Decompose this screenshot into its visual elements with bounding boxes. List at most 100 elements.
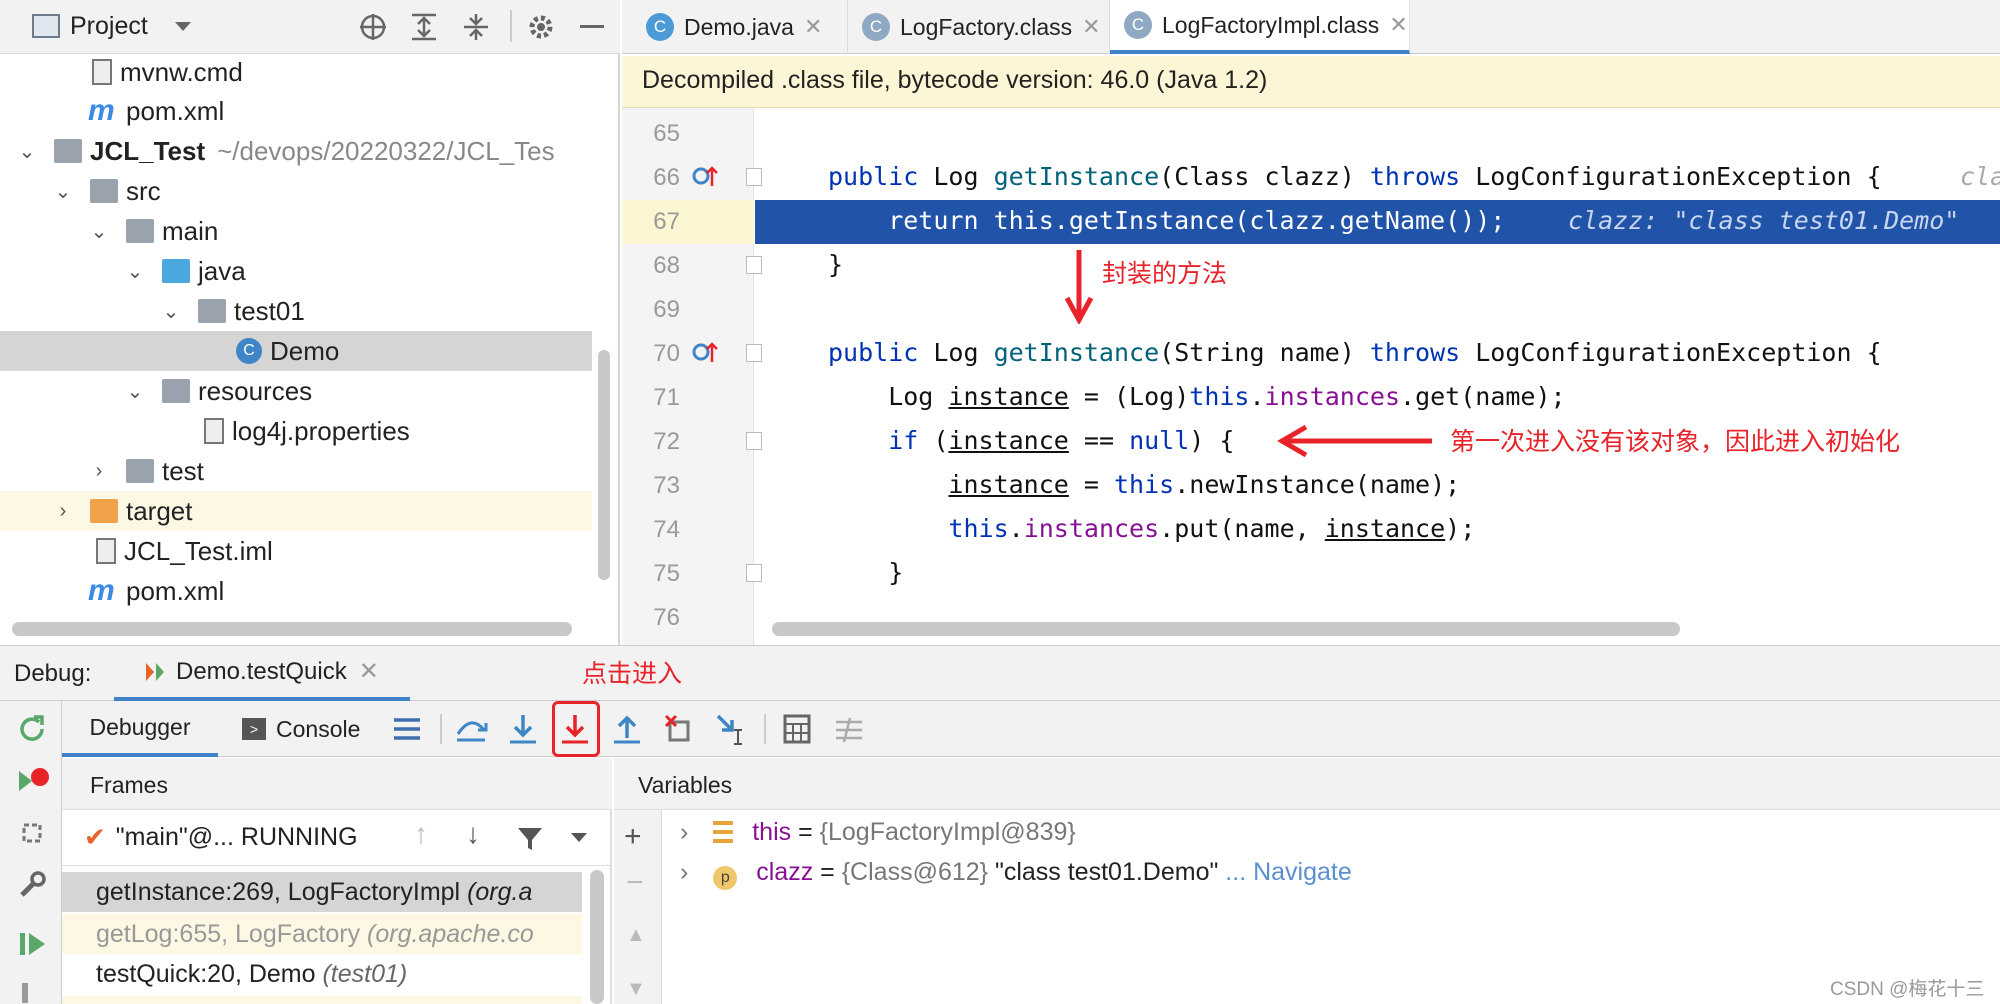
tree-item[interactable]: m pom.xml: [0, 571, 592, 611]
step-over-icon[interactable]: [506, 712, 540, 746]
tab-debugger[interactable]: Debugger: [62, 701, 218, 757]
project-vscroll[interactable]: [598, 350, 610, 580]
navigate-link[interactable]: ... Navigate: [1218, 858, 1351, 886]
collapse-all-icon[interactable]: [462, 12, 490, 42]
code-line-70: public Log getInstance(String name) thro…: [828, 338, 1882, 367]
tree-item[interactable]: log4j.properties: [0, 411, 592, 451]
pause-icon[interactable]: [22, 983, 28, 1003]
rerun-icon[interactable]: [16, 713, 48, 745]
minimize-icon[interactable]: [580, 25, 604, 28]
arrow-up-icon[interactable]: ↑: [414, 818, 428, 850]
expand-all-icon[interactable]: [410, 12, 438, 42]
tree-item-selected[interactable]: C Demo: [0, 331, 592, 371]
tree-item[interactable]: JCL_Test.iml: [0, 531, 592, 571]
fold-marker-icon[interactable]: [746, 168, 762, 186]
annotation-arrow-down: [1064, 250, 1094, 324]
tab-console[interactable]: > Console: [242, 701, 392, 757]
show-execution-point-icon[interactable]: [454, 712, 488, 746]
trace-current-stream-icon[interactable]: [832, 712, 866, 746]
locate-icon[interactable]: [358, 12, 388, 42]
evaluate-expression-icon[interactable]: [780, 712, 814, 746]
arrow-down-icon[interactable]: ↓: [466, 818, 480, 850]
tree-item[interactable]: m pom.xml: [0, 91, 592, 131]
fold-marker-icon[interactable]: [746, 344, 762, 362]
frames-header: Frames: [62, 758, 612, 810]
chevron-down-icon[interactable]: [570, 832, 588, 844]
chevron-right-icon[interactable]: ›: [680, 858, 688, 886]
move-up-icon[interactable]: ▲: [626, 924, 646, 947]
tree-item[interactable]: › test: [0, 451, 592, 491]
layout-menu-icon[interactable]: [390, 712, 424, 746]
variables-side-toolbar: + − ▲ ▼: [614, 810, 662, 1004]
tab-demo-java[interactable]: C Demo.java ✕: [632, 0, 848, 54]
debug-tool-window-header: Debug: Demo.testQuick ✕ 点击进入: [0, 645, 2000, 702]
chevron-right-icon[interactable]: ›: [52, 500, 74, 523]
tree-item[interactable]: ⌄ test01: [0, 291, 592, 331]
add-watch-icon[interactable]: +: [624, 820, 642, 854]
tree-item-label: target: [126, 495, 193, 526]
chevron-down-icon[interactable]: ⌄: [52, 179, 74, 204]
fold-marker-icon[interactable]: [746, 256, 762, 274]
code-line-75: }: [828, 558, 904, 587]
folder-icon: [126, 459, 154, 483]
file-icon: [92, 59, 112, 85]
filter-icon[interactable]: [516, 826, 544, 852]
tree-item[interactable]: mvnw.cmd: [0, 52, 592, 92]
drop-frame-icon[interactable]: [662, 712, 696, 746]
implements-method-icon[interactable]: [692, 338, 720, 366]
frames-vscroll[interactable]: [590, 870, 604, 1004]
line-number: 71: [653, 384, 680, 411]
tree-item[interactable]: › target: [0, 491, 592, 531]
variable-row[interactable]: › this = {LogFactoryImpl@839}: [680, 818, 1076, 847]
tree-item[interactable]: ⌄ java: [0, 251, 592, 291]
tree-item-label: src: [126, 175, 161, 206]
frame-item[interactable]: testQuick:20, Demo (test01): [62, 954, 582, 994]
close-icon[interactable]: ✕: [1082, 14, 1100, 40]
variable-row[interactable]: › p clazz = {Class@612} "class test01.De…: [680, 858, 1352, 890]
step-out-icon[interactable]: [610, 712, 644, 746]
resume-program-icon[interactable]: [18, 929, 48, 959]
project-title[interactable]: Project: [70, 12, 148, 41]
fold-marker-icon[interactable]: [746, 432, 762, 450]
tree-item[interactable]: ⌄ resources: [0, 371, 592, 411]
close-icon[interactable]: ✕: [1389, 12, 1407, 38]
implements-method-icon[interactable]: [692, 162, 720, 190]
project-hscroll[interactable]: [12, 622, 572, 636]
resume-with-error-icon[interactable]: [16, 765, 50, 797]
tree-item[interactable]: ⌄ main: [0, 211, 592, 251]
fold-marker-icon[interactable]: [746, 564, 762, 582]
chevron-right-icon[interactable]: ›: [88, 460, 110, 483]
close-icon[interactable]: ✕: [359, 657, 379, 686]
chevron-down-icon[interactable]: ⌄: [124, 379, 146, 404]
wrench-icon[interactable]: [16, 869, 48, 901]
chevron-down-icon[interactable]: ⌄: [16, 139, 38, 164]
editor-hscroll[interactable]: [772, 622, 1680, 636]
source-folder-icon: [162, 259, 190, 283]
tree-item-label: test01: [234, 295, 305, 326]
chevron-down-icon[interactable]: ⌄: [160, 299, 182, 324]
chevron-down-icon[interactable]: ⌄: [88, 219, 110, 244]
tree-item[interactable]: ⌄ JCL_Test ~/devops/20220322/JCL_Tes: [0, 131, 592, 171]
tab-logfactoryimpl-class[interactable]: C LogFactoryImpl.class ✕: [1110, 0, 1410, 54]
run-to-cursor-icon[interactable]: [714, 712, 748, 746]
tab-logfactory-class[interactable]: C LogFactory.class ✕: [848, 0, 1110, 54]
maven-icon: m: [88, 94, 115, 127]
class-icon: C: [646, 13, 674, 41]
gear-icon[interactable]: [526, 12, 556, 42]
frame-method: getInstance:269, LogFactoryImpl: [96, 878, 461, 906]
frame-item[interactable]: getLog:655, LogFactory (org.apache.co: [62, 914, 582, 954]
code-line-67: return this.getInstance(clazz.getName())…: [828, 206, 1506, 235]
chevron-right-icon[interactable]: ›: [680, 818, 688, 846]
close-icon[interactable]: ✕: [804, 14, 822, 40]
debug-session-tab[interactable]: Demo.testQuick ✕: [114, 646, 410, 702]
frame-item-selected[interactable]: getInstance:269, LogFactoryImpl (org.a: [62, 872, 582, 912]
remove-watch-icon[interactable]: −: [626, 866, 644, 900]
chevron-down-icon[interactable]: ⌄: [124, 259, 146, 284]
annotation-arrow-left: [1277, 424, 1432, 458]
move-down-icon[interactable]: ▼: [626, 978, 646, 1001]
tree-item[interactable]: ⌄ src: [0, 171, 592, 211]
restore-layout-icon[interactable]: [16, 817, 48, 849]
maven-icon: m: [88, 574, 115, 607]
tab-label: Demo.java: [684, 13, 794, 40]
chevron-down-icon[interactable]: [174, 20, 192, 34]
